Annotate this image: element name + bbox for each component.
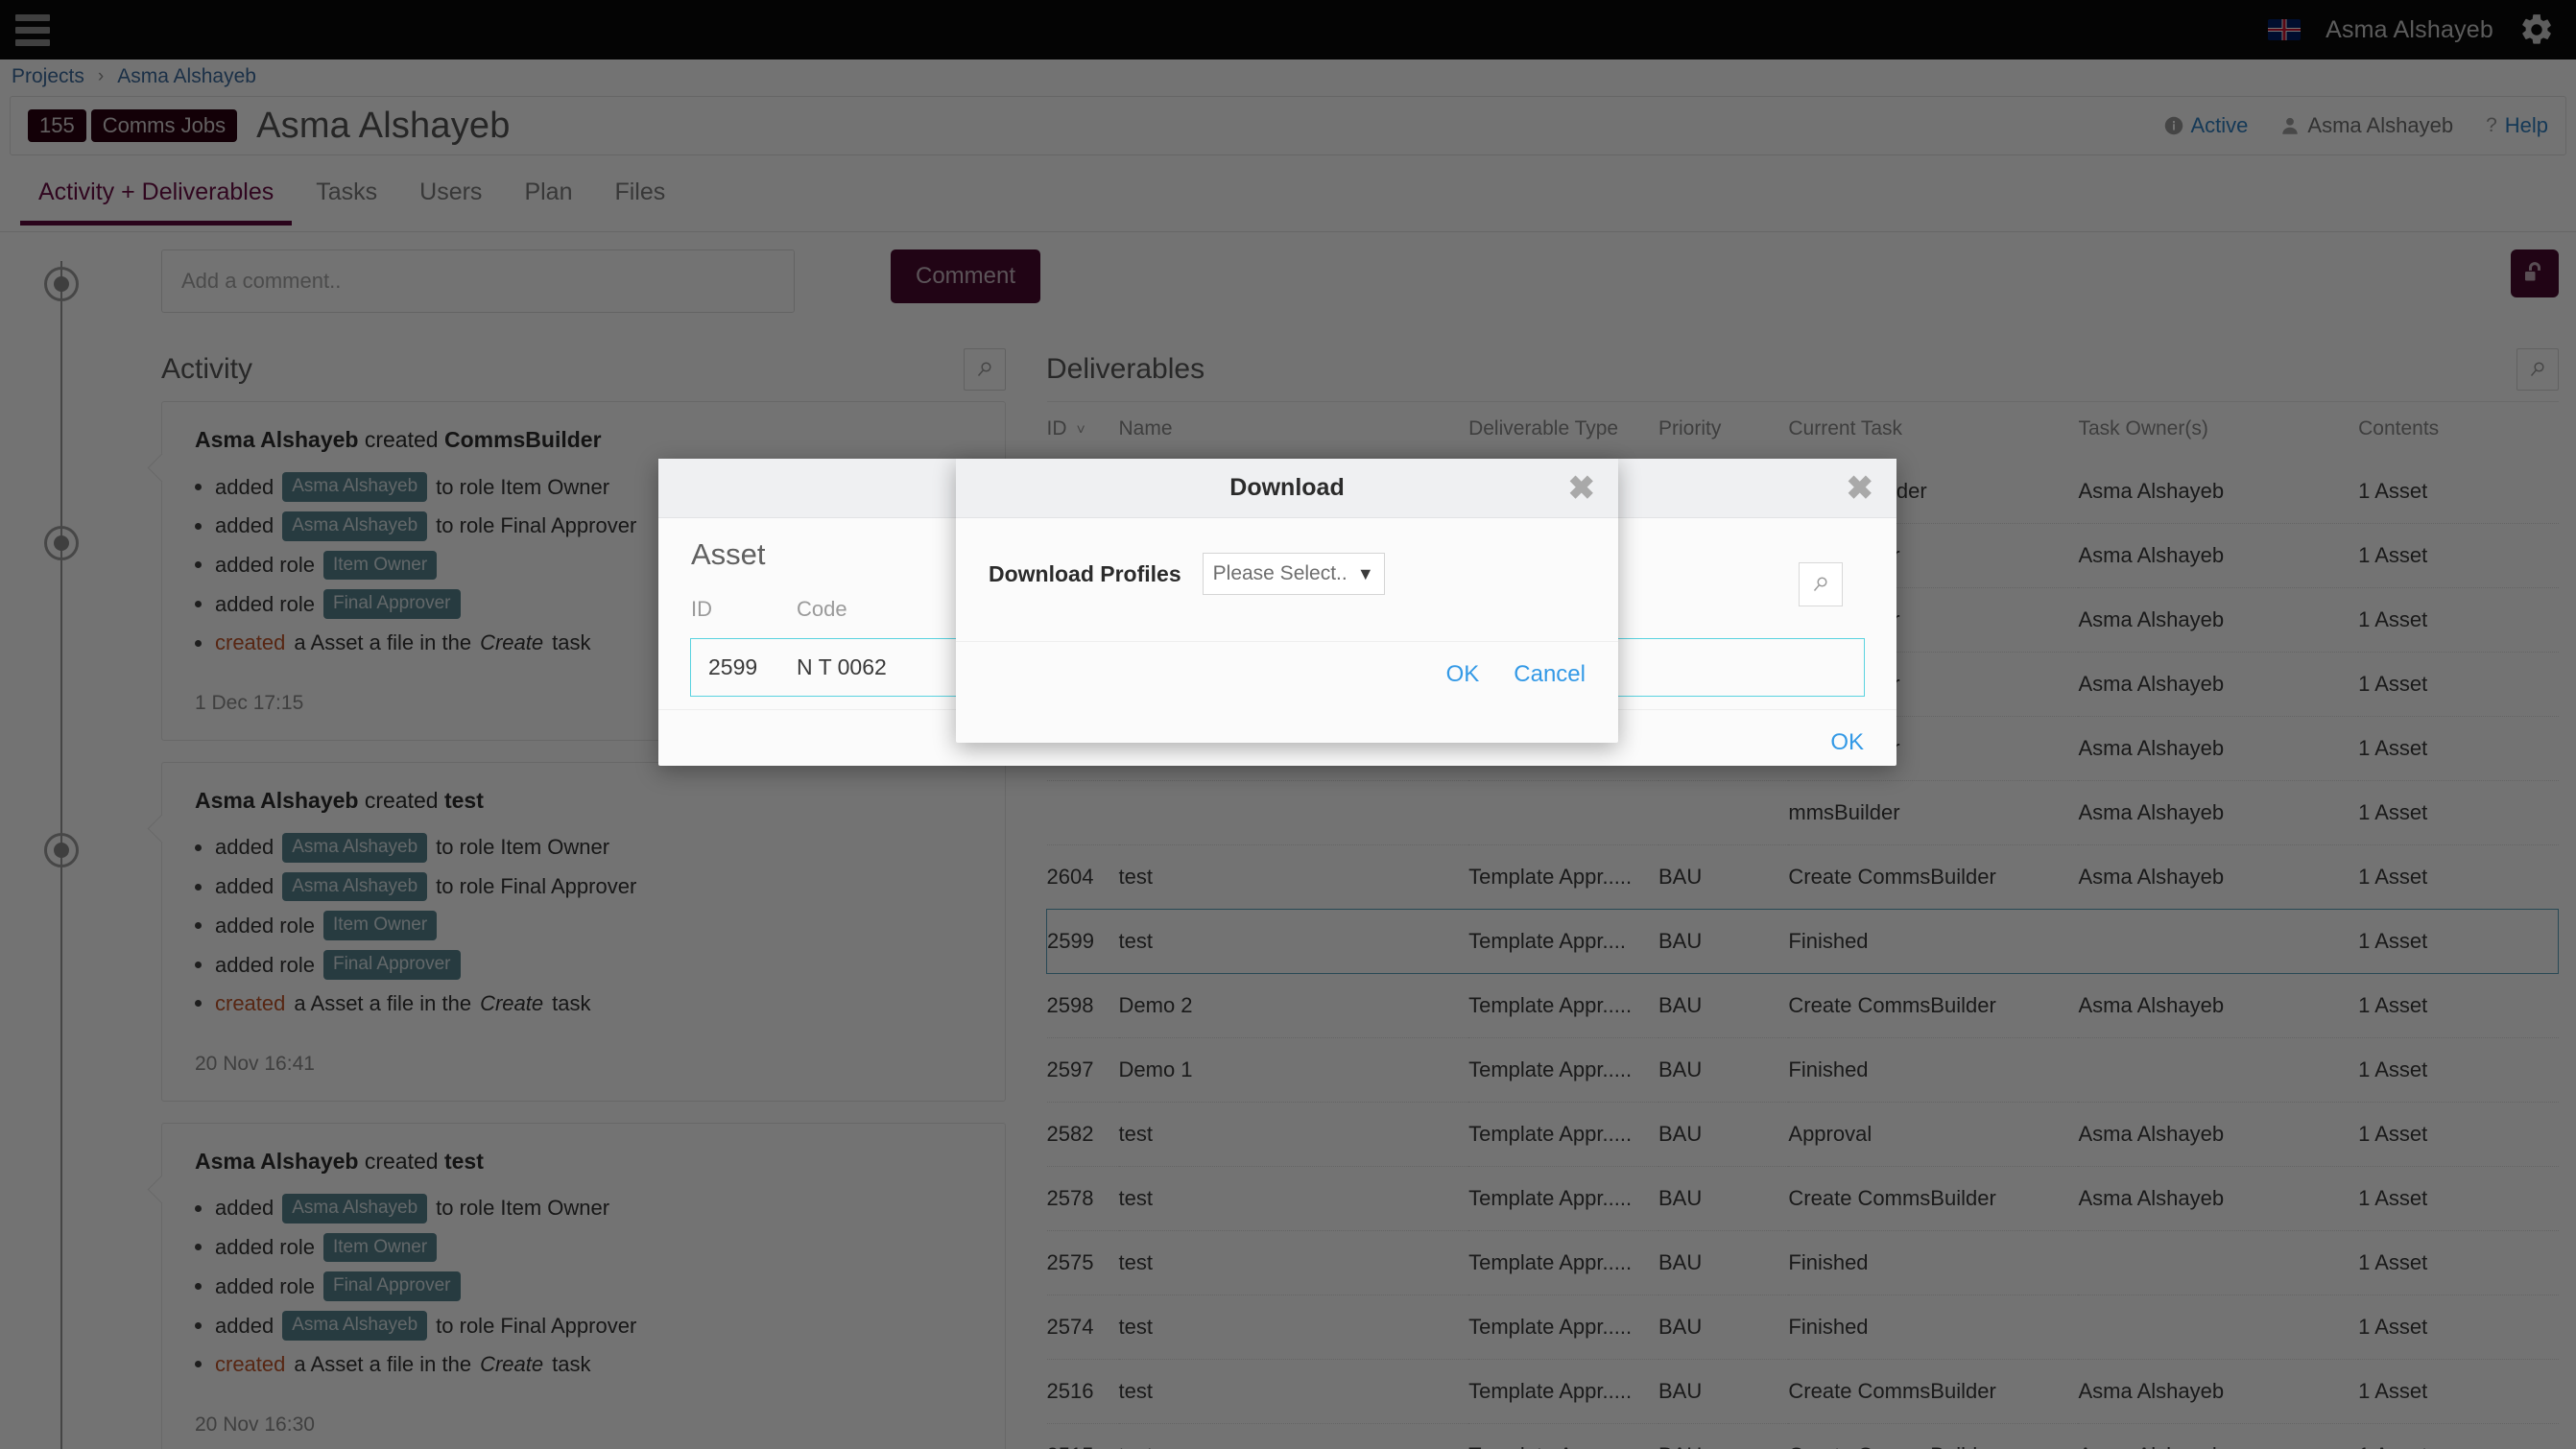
asset-search-button[interactable] — [1799, 562, 1843, 606]
download-modal-title: Download — [1229, 474, 1345, 501]
download-modal: Download ✖ Download Profiles Please Sele… — [956, 459, 1618, 743]
download-profiles-row: Download Profiles Please Select.. ▼ — [989, 553, 1586, 595]
chevron-down-icon: ▼ — [1356, 563, 1374, 583]
download-profiles-value: Please Select.. — [1212, 562, 1348, 584]
close-icon[interactable]: ✖ — [1847, 472, 1874, 505]
download-profiles-select[interactable]: Please Select.. ▼ — [1202, 553, 1385, 595]
download-profiles-label: Download Profiles — [989, 560, 1181, 586]
download-ok-button[interactable]: OK — [1446, 661, 1480, 688]
download-modal-header: Download ✖ — [956, 459, 1618, 518]
download-modal-body: Download Profiles Please Select.. ▼ — [956, 518, 1618, 641]
download-modal-footer: OK Cancel — [956, 641, 1618, 709]
asset-column-header-id: ID — [691, 597, 712, 621]
close-icon[interactable]: ✖ — [1568, 472, 1596, 505]
search-icon — [1813, 577, 1827, 591]
asset-ok-button[interactable]: OK — [1830, 729, 1864, 756]
download-cancel-button[interactable]: Cancel — [1514, 661, 1586, 688]
asset-cell-id: 2599 — [708, 654, 758, 679]
screen: Asma Alshayeb Projects › Asma Alshayeb 1… — [0, 0, 2576, 1449]
